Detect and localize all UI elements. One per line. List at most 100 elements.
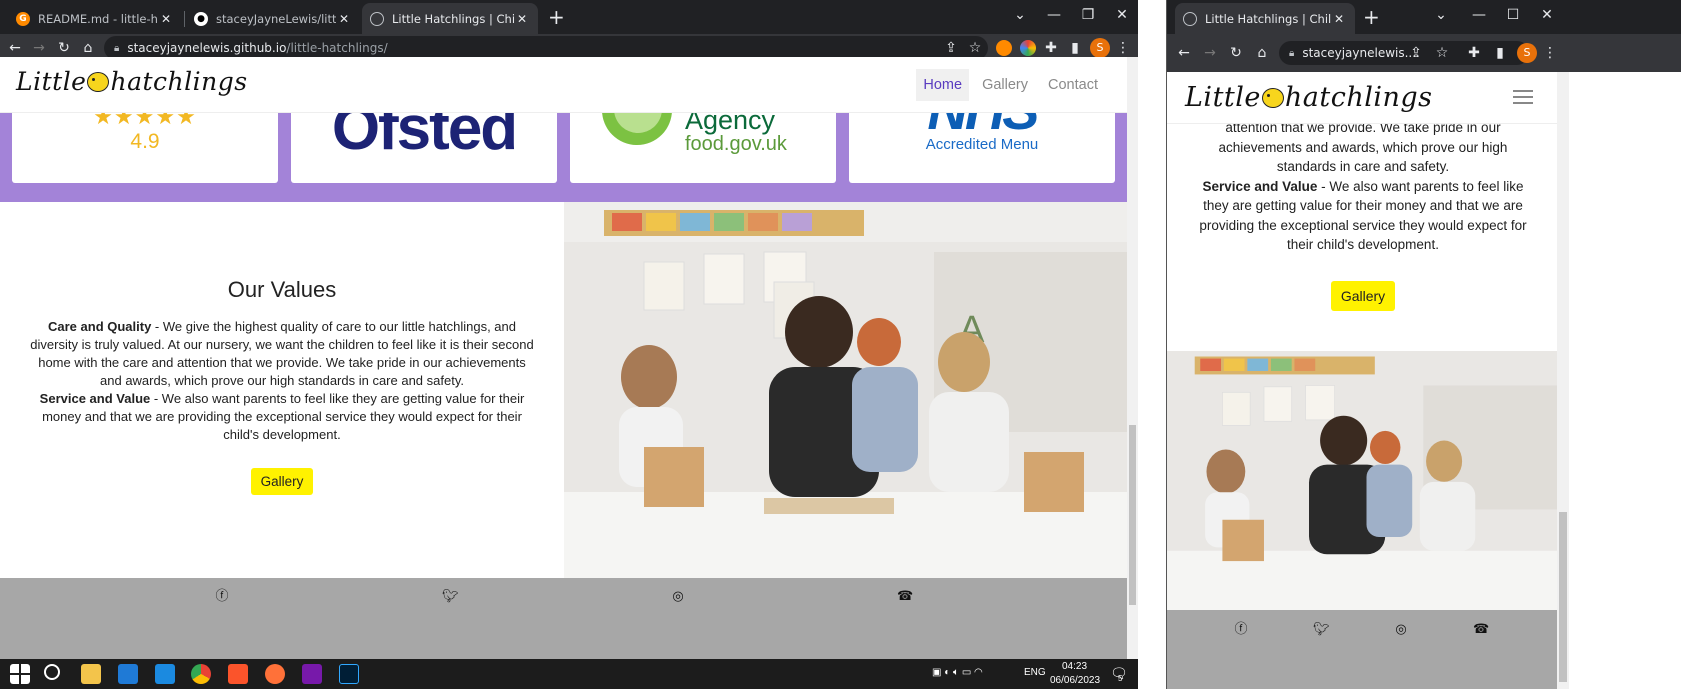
site-logo[interactable]: Little hatchlings: [16, 67, 248, 96]
facebook-icon[interactable]: ⓕ: [214, 589, 230, 605]
ofsted-logo: Ofsted: [331, 107, 518, 163]
twitter-icon[interactable]: 🐦︎: [442, 589, 459, 605]
nav-gallery-link[interactable]: Gallery: [975, 69, 1035, 101]
close-icon[interactable]: ✕: [158, 12, 174, 26]
gallery-button[interactable]: Gallery: [1330, 280, 1396, 311]
mail-icon[interactable]: [118, 664, 138, 684]
tab-github[interactable]: ● staceyJayneLewis/little-hatchlings ✕: [186, 3, 360, 34]
clock-time[interactable]: 04:23: [1062, 661, 1087, 672]
nav-contact-link[interactable]: Contact: [1041, 69, 1105, 101]
scrollbar-thumb[interactable]: [1129, 425, 1136, 605]
firefox-icon[interactable]: [265, 664, 285, 684]
tab-little-hatchlings[interactable]: Little Hatchlings | Childcare Nurs ✕: [362, 3, 538, 34]
reload-icon[interactable]: ↻: [1227, 44, 1245, 62]
site-navbar: Little hatchlings Home Gallery Contact: [0, 57, 1127, 113]
instagram-icon[interactable]: ◎: [670, 589, 686, 605]
twitter-icon[interactable]: 🐦︎: [1313, 622, 1330, 638]
vscode-icon[interactable]: [155, 664, 175, 684]
page-scrollbar[interactable]: [1557, 72, 1569, 689]
chevron-down-icon[interactable]: ⌄: [1008, 6, 1032, 24]
logo-text-right: hatchlings: [1284, 82, 1433, 113]
system-tray-icons[interactable]: ▣ ◐ 🔈︎ ▭ ◠: [932, 667, 983, 678]
site-logo[interactable]: Little hatchlings: [1185, 82, 1433, 113]
github-icon: ●: [194, 11, 208, 26]
page-viewport: Little hatchlings Home Gallery Contact ★★…: [0, 57, 1127, 659]
profile-avatar[interactable]: S: [1090, 38, 1110, 58]
extensions-puzzle-icon[interactable]: ✚: [1465, 44, 1483, 62]
care-quality-title: Care and Quality: [48, 319, 152, 334]
globe-icon: [370, 11, 384, 26]
facebook-icon[interactable]: ⓕ: [1233, 622, 1249, 638]
children-classroom-photo: [1167, 351, 1557, 610]
language-indicator[interactable]: ENG: [1024, 667, 1046, 678]
tab-divider: [184, 11, 185, 27]
tab-little-hatchlings[interactable]: Little Hatchlings | Childcare N ✕: [1175, 3, 1355, 34]
tab-title: Little Hatchlings | Childcare N: [1205, 11, 1331, 26]
reload-icon[interactable]: ↻: [55, 39, 73, 57]
our-values-heading: Our Values: [227, 277, 337, 302]
minimize-icon[interactable]: —: [1467, 6, 1491, 24]
classroom-illustration: [1167, 351, 1557, 610]
side-panel-icon[interactable]: ▮: [1491, 44, 1509, 62]
restore-icon[interactable]: ❐: [1076, 6, 1100, 24]
instagram-icon[interactable]: ◎: [1393, 622, 1409, 638]
back-icon[interactable]: ←: [6, 39, 24, 57]
back-icon[interactable]: ←: [1175, 44, 1193, 62]
forward-icon[interactable]: →: [1201, 44, 1219, 62]
scrollbar-thumb[interactable]: [1559, 512, 1567, 682]
bookmark-star-icon[interactable]: ☆: [1433, 44, 1451, 62]
service-value-title: Service and Value: [1202, 178, 1318, 194]
tab-strip: G README.md - little-hatchlings - G ✕ ● …: [0, 0, 1138, 34]
close-window-icon[interactable]: ✕: [1110, 6, 1134, 24]
menu-kebab-icon[interactable]: ⋮: [1541, 44, 1559, 62]
close-window-icon[interactable]: ✕: [1535, 6, 1559, 24]
share-icon[interactable]: ⇪: [942, 39, 960, 57]
address-host: staceyjaynelewis.github.io: [127, 41, 287, 55]
logo-text-right: hatchlings: [110, 67, 248, 96]
search-icon[interactable]: [44, 664, 60, 680]
extensions-puzzle-icon[interactable]: ✚: [1042, 39, 1060, 57]
tab-strip: Little Hatchlings | Childcare N ✕ + ⌄ — …: [1167, 0, 1681, 34]
tab-title: Little Hatchlings | Childcare Nurs: [392, 11, 514, 26]
minimize-icon[interactable]: —: [1042, 6, 1066, 24]
profile-avatar[interactable]: S: [1517, 43, 1537, 63]
onenote-icon[interactable]: [302, 664, 322, 684]
gitpod-extension-icon[interactable]: [996, 40, 1012, 56]
color-picker-extension-icon[interactable]: [1020, 40, 1036, 56]
windows-start-icon[interactable]: [10, 664, 30, 684]
close-icon[interactable]: ✕: [1331, 12, 1347, 26]
menu-kebab-icon[interactable]: ⋮: [1114, 39, 1132, 57]
home-icon[interactable]: ⌂: [79, 39, 97, 57]
chevron-down-icon[interactable]: ⌄: [1429, 6, 1453, 24]
chrome-icon[interactable]: [191, 664, 211, 684]
brave-icon[interactable]: [228, 664, 248, 684]
tab-readme[interactable]: G README.md - little-hatchlings - G ✕: [8, 3, 182, 34]
our-values-section: Our Values Care and Quality - We give th…: [28, 277, 536, 495]
new-tab-icon[interactable]: +: [548, 6, 565, 28]
bookmark-star-icon[interactable]: ☆: [966, 39, 984, 57]
classroom-illustration: A: [564, 202, 1127, 578]
care-quality-text: attention that we provide. We take pride…: [1218, 120, 1508, 174]
hamburger-menu-icon[interactable]: [1513, 90, 1533, 104]
page-scrollbar[interactable]: [1127, 57, 1138, 659]
gallery-button[interactable]: Gallery: [250, 468, 314, 495]
home-icon[interactable]: ⌂: [1253, 44, 1271, 62]
browser-toolbar: ← → ↻ ⌂ 🔒︎ staceyjaynelewis.... ⇪ ☆ ✚ ▮ …: [1167, 34, 1681, 72]
restore-icon[interactable]: ☐: [1501, 6, 1525, 24]
new-tab-icon[interactable]: +: [1363, 6, 1380, 28]
phone-icon[interactable]: ☎: [1473, 622, 1489, 638]
phone-icon[interactable]: ☎: [897, 589, 913, 605]
browser-window-main: G README.md - little-hatchlings - G ✕ ● …: [0, 0, 1138, 659]
chick-logo-icon: [1261, 87, 1284, 108]
gitpod-icon: G: [16, 11, 30, 26]
close-icon[interactable]: ✕: [336, 12, 352, 26]
close-icon[interactable]: ✕: [514, 12, 530, 26]
share-icon[interactable]: ⇪: [1407, 44, 1425, 62]
photoshop-icon[interactable]: [339, 664, 359, 684]
nav-home-link[interactable]: Home: [916, 69, 970, 101]
logo-text-left: Little: [16, 67, 87, 96]
clock-date[interactable]: 06/06/2023: [1050, 675, 1100, 686]
file-explorer-icon[interactable]: [81, 664, 101, 684]
forward-icon[interactable]: →: [30, 39, 48, 57]
side-panel-icon[interactable]: ▮: [1066, 39, 1084, 57]
